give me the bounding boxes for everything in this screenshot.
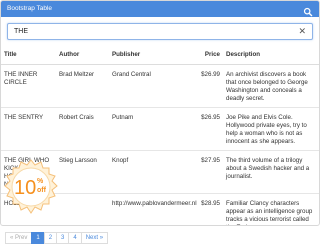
table-row[interactable]: THE SENTRY Robert Crais Putnam $26.95 Jo… [1, 106, 319, 150]
cell-publisher: Grand Central [109, 63, 181, 107]
cell-description: An archivist discovers a book that once … [223, 63, 319, 107]
cell-price: $26.95 [181, 106, 223, 150]
clear-icon[interactable]: ✕ [298, 26, 306, 37]
badge-off-label: off [37, 187, 46, 194]
cell-author [56, 192, 109, 225]
page-button-1[interactable]: 1 [31, 232, 45, 244]
badge-percent: % [37, 178, 44, 185]
cell-price: $26.99 [181, 63, 223, 107]
filter-value: THE [14, 28, 28, 35]
search-icon[interactable] [303, 4, 313, 17]
screenshot-frame: Bootstrap Table THE ✕ Title Author Publi… [0, 0, 320, 246]
column-header-price[interactable]: Price [181, 47, 223, 65]
cell-title: THE SENTRY [1, 106, 56, 150]
column-header-title[interactable]: Title [1, 47, 56, 65]
cell-price: $27.95 [181, 149, 223, 193]
badge-number: 10 [14, 177, 37, 199]
cell-price: $28.95 [181, 192, 223, 225]
page-button-3[interactable]: 3 [56, 232, 70, 244]
cell-description: Joe Pike and Elvis Cole. Hollywood priva… [223, 106, 319, 150]
cell-description: Familiar Clancy characters appear as an … [223, 192, 319, 225]
page-button-2[interactable]: 2 [43, 232, 58, 244]
cell-description: The third volume of a trilogy about a Sw… [223, 149, 319, 193]
cell-title: THE INNER CIRCLE [1, 63, 56, 107]
cell-author: Stieg Larsson [56, 149, 109, 193]
next-page-button[interactable]: Next » [80, 232, 109, 244]
prev-page-button[interactable]: « Prev [5, 232, 33, 244]
column-header-author[interactable]: Author [56, 47, 109, 65]
cell-publisher: http://www.pablovandermeer.nl [109, 192, 197, 225]
panel-title: Bootstrap Table [7, 5, 53, 12]
table-row[interactable]: THE INNER CIRCLE Brad Meltzer Grand Cent… [1, 63, 319, 107]
pagination: « Prev 1 2 3 4 Next » [5, 232, 109, 244]
cell-author: Brad Meltzer [56, 63, 109, 107]
cell-publisher: Putnam [109, 106, 181, 150]
cell-author: Robert Crais [56, 106, 109, 150]
column-header-description[interactable]: Description [223, 47, 319, 65]
filter-input[interactable]: THE ✕ [7, 23, 313, 40]
table-header-row: Title Author Publisher Price Description [1, 47, 319, 65]
cell-publisher: Knopf [109, 149, 181, 193]
panel-header: Bootstrap Table [1, 1, 319, 17]
column-header-publisher[interactable]: Publisher [109, 47, 181, 65]
discount-badge: 10 % off [2, 158, 60, 216]
page-button-4[interactable]: 4 [68, 232, 82, 244]
